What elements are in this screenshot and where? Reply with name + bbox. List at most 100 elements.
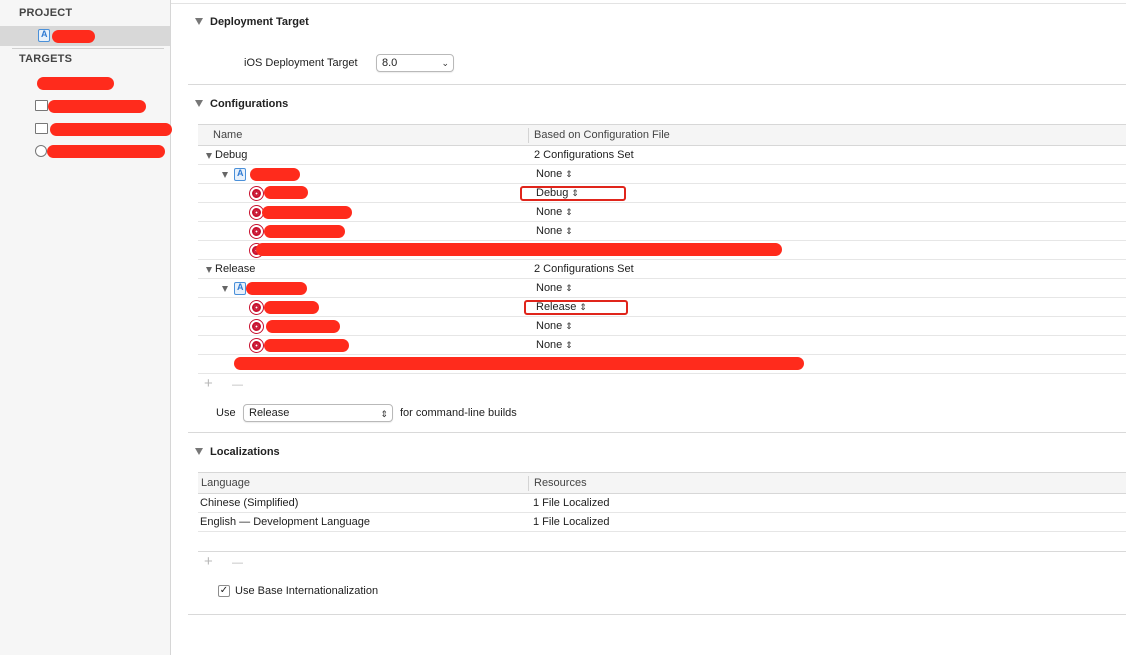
extension-icon bbox=[35, 145, 47, 157]
config-file-popup[interactable]: None ⇕ bbox=[536, 206, 573, 218]
table-row[interactable]: Chinese (Simplified) 1 File Localized bbox=[198, 494, 1126, 513]
sidebar-item-target-1[interactable] bbox=[0, 74, 170, 94]
base-internationalization-checkbox[interactable]: ✓ bbox=[218, 585, 230, 597]
language-name: English — Development Language bbox=[200, 516, 371, 528]
base-internationalization-label: Use Base Internationalization bbox=[235, 585, 379, 597]
add-localization-button[interactable]: + bbox=[204, 553, 213, 570]
top-divider bbox=[171, 3, 1126, 4]
redacted-project-name bbox=[246, 282, 307, 295]
redacted-target-name bbox=[264, 339, 349, 352]
config-file-popup[interactable]: Debug ⇕ bbox=[536, 187, 579, 199]
add-configuration-button[interactable]: + bbox=[204, 375, 213, 392]
command-line-builds-label: for command-line builds bbox=[400, 407, 517, 419]
table-row-release[interactable]: Release 2 Configurations Set bbox=[198, 260, 1126, 279]
redacted-project-name bbox=[52, 30, 95, 43]
table-row-debug-target-4[interactable] bbox=[198, 241, 1126, 260]
xcode-project-icon bbox=[234, 168, 246, 181]
build-settings-panel: Deployment Target iOS Deployment Target … bbox=[171, 0, 1126, 655]
ios-deployment-target-select[interactable]: 8.0 ⌄ bbox=[376, 54, 454, 72]
column-header-language: Language bbox=[201, 477, 250, 489]
popup-chevron-icon: ⇕ bbox=[380, 409, 388, 419]
folder-icon bbox=[35, 123, 48, 134]
target-icon bbox=[250, 320, 263, 333]
remove-configuration-button[interactable]: — bbox=[232, 379, 243, 391]
section-divider bbox=[188, 84, 1126, 85]
config-file-popup[interactable]: None ⇕ bbox=[536, 168, 573, 180]
sidebar-item-target-3[interactable] bbox=[0, 120, 172, 140]
config-summary: 2 Configurations Set bbox=[534, 149, 634, 161]
config-file-popup[interactable]: None ⇕ bbox=[536, 320, 573, 332]
column-divider bbox=[528, 476, 529, 491]
remove-localization-button[interactable]: — bbox=[232, 557, 243, 569]
redacted-target-name bbox=[266, 320, 340, 333]
config-file-value: Release bbox=[536, 301, 577, 313]
disclosure-triangle-icon[interactable] bbox=[195, 100, 203, 107]
targets-header: TARGETS bbox=[19, 53, 73, 65]
disclosure-triangle-icon[interactable] bbox=[222, 286, 228, 292]
table-row-debug-target-2[interactable]: None ⇕ bbox=[198, 203, 1126, 222]
target-icon bbox=[250, 187, 263, 200]
config-file-value: None bbox=[536, 320, 563, 332]
config-file-popup[interactable]: None ⇕ bbox=[536, 225, 573, 237]
project-header: PROJECT bbox=[19, 7, 73, 19]
config-file-value: Debug bbox=[536, 187, 569, 199]
config-name: Debug bbox=[215, 149, 248, 161]
redacted-target-name bbox=[50, 123, 172, 136]
sidebar-item-project[interactable] bbox=[0, 26, 170, 46]
sidebar-item-target-2[interactable] bbox=[0, 97, 170, 117]
config-file-popup[interactable]: None ⇕ bbox=[536, 339, 573, 351]
configurations-title: Configurations bbox=[210, 98, 289, 110]
table-row-release-target-2[interactable]: None ⇕ bbox=[198, 317, 1126, 336]
table-row-debug-target-3[interactable]: None ⇕ bbox=[198, 222, 1126, 241]
table-bottom-divider bbox=[198, 551, 1126, 552]
config-file-popup[interactable]: None ⇕ bbox=[536, 282, 573, 294]
redacted-target-name bbox=[37, 77, 114, 90]
table-row-release-target-4[interactable] bbox=[198, 355, 1126, 374]
redacted-target-name bbox=[264, 186, 308, 199]
disclosure-triangle-icon[interactable] bbox=[195, 448, 203, 455]
popup-chevron-icon: ⇕ bbox=[565, 321, 573, 331]
target-icon bbox=[250, 301, 263, 314]
redacted-target-name bbox=[264, 225, 345, 238]
use-label: Use bbox=[216, 407, 236, 419]
popup-chevron-icon: ⇕ bbox=[579, 302, 587, 312]
table-row-debug[interactable]: Debug 2 Configurations Set bbox=[198, 146, 1126, 165]
table-row-debug-target-1[interactable]: Debug ⇕ bbox=[198, 184, 1126, 203]
config-summary: 2 Configurations Set bbox=[534, 263, 634, 275]
disclosure-triangle-icon[interactable] bbox=[222, 172, 228, 178]
disclosure-triangle-icon[interactable] bbox=[195, 18, 203, 25]
disclosure-triangle-icon[interactable] bbox=[206, 267, 212, 273]
table-row[interactable]: English — Development Language 1 File Lo… bbox=[198, 513, 1126, 532]
redacted-project-name bbox=[250, 168, 300, 181]
popup-chevron-icon: ⇕ bbox=[571, 188, 579, 198]
xcode-project-icon bbox=[38, 29, 50, 42]
redacted-target-name bbox=[48, 100, 146, 113]
config-file-value: None bbox=[536, 206, 563, 218]
config-file-value: None bbox=[536, 282, 563, 294]
section-divider bbox=[188, 614, 1126, 615]
table-row-debug-project[interactable]: None⇕ bbox=[198, 165, 1126, 184]
popup-chevron-icon: ⇕ bbox=[565, 226, 573, 236]
xcode-project-icon bbox=[234, 282, 246, 295]
redacted-target-name bbox=[264, 301, 319, 314]
config-file-popup[interactable]: Release ⇕ bbox=[536, 301, 587, 313]
sidebar: PROJECT TARGETS bbox=[0, 0, 172, 655]
redacted-target-name bbox=[47, 145, 165, 158]
config-file-value: None bbox=[536, 168, 563, 180]
disclosure-triangle-icon[interactable] bbox=[206, 153, 212, 159]
section-divider bbox=[188, 432, 1126, 433]
ios-deployment-target-label: iOS Deployment Target bbox=[244, 57, 358, 69]
sidebar-divider bbox=[12, 48, 164, 49]
localizations-title: Localizations bbox=[210, 446, 280, 458]
command-line-config-select[interactable]: Release ⇕ bbox=[243, 404, 393, 422]
table-header: Name Based on Configuration File bbox=[198, 124, 1126, 146]
table-row-release-target-3[interactable]: None ⇕ bbox=[198, 336, 1126, 355]
command-line-config-value: Release bbox=[249, 407, 290, 419]
column-divider bbox=[528, 128, 529, 143]
sidebar-item-target-4[interactable] bbox=[0, 142, 170, 162]
redacted-target-name bbox=[256, 243, 782, 256]
table-row-release-project[interactable]: None⇕ bbox=[198, 279, 1126, 298]
checkmark-icon: ✓ bbox=[219, 585, 229, 596]
table-row-release-target-1[interactable]: Release ⇕ bbox=[198, 298, 1126, 317]
target-icon bbox=[250, 339, 263, 352]
